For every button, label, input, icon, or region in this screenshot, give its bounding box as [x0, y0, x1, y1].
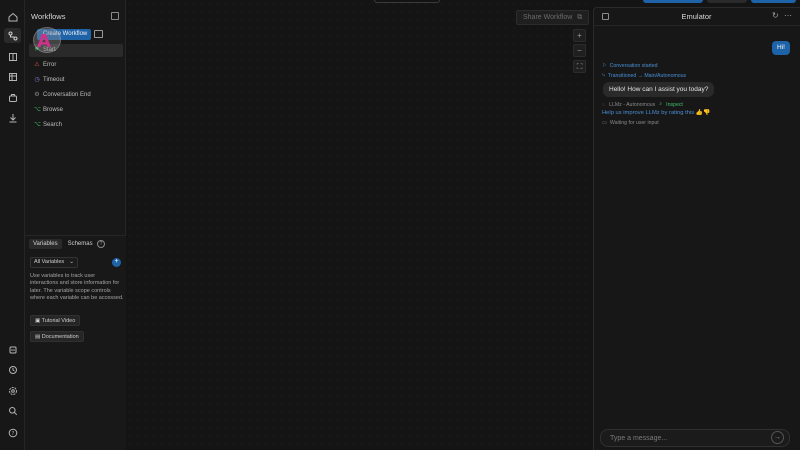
- tab-variables[interactable]: Variables: [29, 239, 62, 249]
- emulator-divider: [594, 25, 800, 26]
- workflow-item-label: Timeout: [43, 77, 65, 83]
- top-button-fragment[interactable]: [643, 0, 703, 3]
- workflow-item-error[interactable]: ⚠ Error: [29, 59, 123, 72]
- documentation-label: Documentation: [41, 334, 79, 340]
- branch-icon: ⌥: [34, 122, 41, 128]
- inspect-link[interactable]: Inspect: [666, 102, 683, 108]
- llm-icon: ◌: [602, 101, 606, 108]
- variables-description: Use variables to track user interactions…: [30, 273, 124, 301]
- tutorial-video-button[interactable]: ▣ Tutorial Video: [30, 315, 81, 326]
- workflows-icon[interactable]: [4, 28, 21, 43]
- table-icon[interactable]: [7, 71, 18, 82]
- home-icon[interactable]: [7, 11, 18, 22]
- book-icon[interactable]: [7, 51, 18, 62]
- workflow-item-timeout[interactable]: ◷ Timeout: [29, 74, 123, 87]
- search-icon[interactable]: [7, 405, 18, 416]
- workflow-item-label: Conversation End: [43, 92, 91, 98]
- share-icon: ⧉: [577, 14, 583, 21]
- waiting-text: Waiting for user input: [609, 120, 659, 126]
- workflow-item-label: Search: [43, 122, 63, 128]
- branch-icon: ⌥: [34, 107, 41, 113]
- add-variable-button[interactable]: +: [112, 258, 121, 267]
- emulator-title: Emulator: [681, 12, 712, 21]
- transitioned-text: Transitioned → Main/Autonomous: [607, 72, 687, 79]
- fit-view-button[interactable]: ⛶: [573, 60, 586, 73]
- more-icon[interactable]: ⋯: [784, 11, 792, 20]
- transitioned-line: ⤷ Transitioned → Main/Autonomous: [602, 72, 686, 79]
- svg-text:?: ?: [11, 431, 14, 437]
- zoom-in-button[interactable]: +: [573, 29, 586, 42]
- warning-icon: ⚠: [34, 62, 40, 68]
- message-meta: ◌ LLMz - Autonomous ⌕ Inspect: [602, 101, 683, 108]
- share-workflow-button[interactable]: Share Workflow ⧉: [516, 10, 590, 25]
- workflow-canvas[interactable]: [126, 0, 593, 450]
- top-button-fragment[interactable]: [751, 0, 796, 3]
- collapse-panel-icon[interactable]: [111, 12, 119, 20]
- document-icon: ▤: [35, 334, 41, 340]
- variable-scope-select[interactable]: All Variables ⌄: [30, 257, 78, 268]
- workflow-item-label: Browse: [43, 107, 64, 113]
- variables-tabs: Variables Schemas: [29, 239, 97, 249]
- emulator-panel: Emulator ↻ ⋯ Hi! ⚐ Conversation started …: [593, 7, 800, 450]
- workflow-item-label: Error: [43, 62, 57, 68]
- help-icon[interactable]: ?: [97, 240, 105, 248]
- chat-icon: ▭: [602, 120, 607, 126]
- workflow-item-browse[interactable]: ⌥ Browse: [29, 104, 123, 117]
- settings-icon[interactable]: [7, 385, 18, 396]
- send-button[interactable]: →: [771, 431, 784, 444]
- package-icon[interactable]: [7, 92, 18, 103]
- icon-rail: ?: [0, 0, 25, 450]
- flag-icon: ⚐: [602, 63, 607, 69]
- variables-panel: Variables Schemas ? All Variables ⌄ + Us…: [25, 235, 126, 450]
- llm-label: LLMz - Autonomous: [609, 101, 656, 108]
- chevron-down-icon: ⌄: [69, 259, 74, 265]
- tutorial-video-label: Tutorial Video: [41, 318, 76, 324]
- new-folder-icon[interactable]: [94, 30, 103, 38]
- documentation-button[interactable]: ▤ Documentation: [30, 331, 84, 342]
- agents-icon[interactable]: [7, 344, 18, 355]
- share-workflow-label: Share Workflow: [523, 14, 573, 21]
- variable-scope-value: All Variables: [34, 259, 65, 265]
- cursor-logo: A: [37, 31, 51, 52]
- video-icon: ▣: [35, 318, 41, 324]
- transition-icon: ⤷: [602, 72, 605, 78]
- user-message-bubble: Hi!: [772, 41, 790, 55]
- workflow-item-conversation-end[interactable]: ⚙ Conversation End: [29, 89, 123, 102]
- inspect-icon: ⌕: [659, 101, 663, 107]
- workflows-title: Workflows: [31, 12, 66, 21]
- rating-prompt[interactable]: Help us improve LLMz by rating this 👍👎: [602, 110, 710, 116]
- workflow-item-search[interactable]: ⌥ Search: [29, 119, 123, 132]
- tab-schemas[interactable]: Schemas: [64, 239, 97, 249]
- deploy-icon[interactable]: [7, 112, 18, 123]
- conversation-started-line: ⚐ Conversation started: [602, 63, 658, 69]
- waiting-status: ▭ Waiting for user input: [602, 120, 659, 126]
- help-icon[interactable]: ?: [7, 427, 18, 438]
- bot-message-bubble: Hello! How can I assist you today?: [603, 82, 715, 97]
- top-toolbar-fragment: [374, 0, 440, 3]
- top-button-fragment[interactable]: [707, 0, 747, 3]
- history-icon[interactable]: [7, 364, 18, 375]
- zoom-out-button[interactable]: −: [573, 44, 586, 57]
- refresh-icon[interactable]: ↻: [772, 11, 779, 20]
- clock-icon: ◷: [34, 77, 40, 83]
- message-input[interactable]: Type a message...: [600, 429, 790, 447]
- conversation-started-text: Conversation started: [609, 63, 658, 69]
- gear-icon: ⚙: [34, 92, 40, 98]
